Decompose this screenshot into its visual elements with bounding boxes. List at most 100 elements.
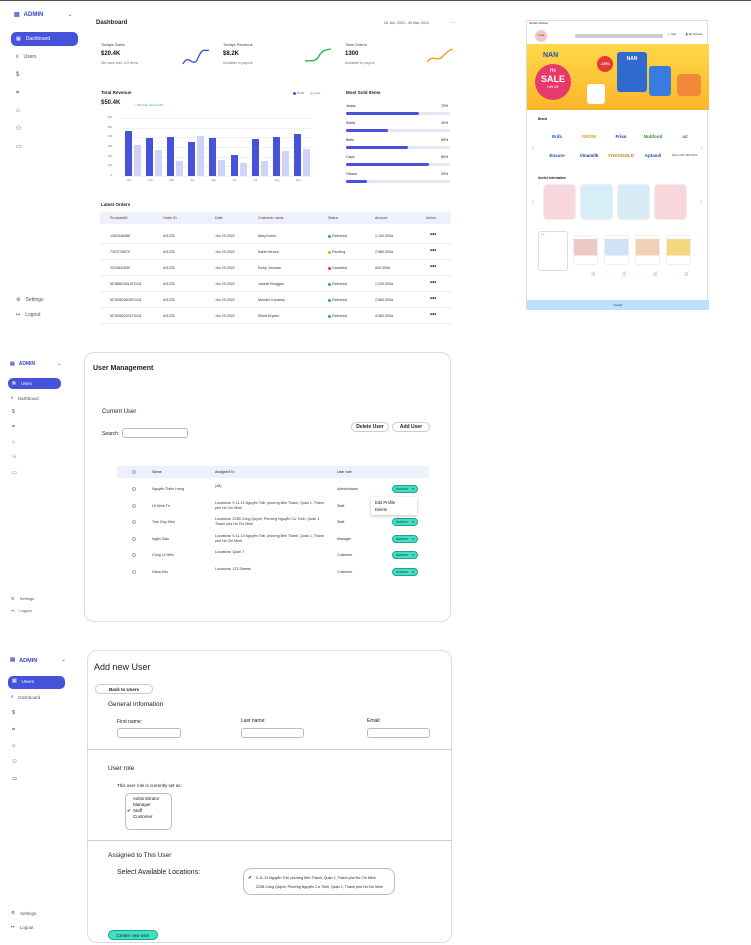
sidebar-brand[interactable]: ▤ ADMIN ⌄	[14, 12, 72, 18]
sidebar-item-people[interactable]: ⚇	[16, 126, 21, 132]
row-select-radio[interactable]	[132, 569, 136, 574]
sidebar-item-dashboard[interactable]: ıl Dashboard	[11, 396, 39, 401]
delete-user-button[interactable]: Delete User	[351, 422, 389, 432]
select-all-radio[interactable]	[132, 470, 136, 474]
create-user-button[interactable]: Create new user	[108, 930, 158, 940]
sidebar-item-shop[interactable]: ⌂	[12, 440, 15, 445]
info-card[interactable]	[543, 184, 576, 220]
role-option-selected[interactable]: ✔ Staff	[127, 808, 171, 814]
brand-prev-icon[interactable]: ‹	[532, 146, 534, 152]
brand-logo[interactable]: Enfa	[543, 129, 571, 144]
shop-banner[interactable]: NAN Hè SALE hết cỡ -10% NAN	[527, 44, 709, 110]
sidebar-item-finance[interactable]: $	[12, 710, 15, 717]
sidebar-brand[interactable]: ▤ ADMIN ⌄	[10, 658, 66, 664]
sidebar-item-messages[interactable]: ▭	[16, 144, 22, 150]
add-user-button[interactable]: Add User	[392, 422, 430, 432]
row-select-radio[interactable]	[132, 487, 136, 491]
actions-button[interactable]: Actions ▾	[392, 551, 418, 559]
brand-logo[interactable]: GROW	[575, 129, 603, 144]
logout-link[interactable]: ↦ Logout	[11, 925, 34, 930]
search-input[interactable]	[122, 428, 188, 438]
sidebar-item-users[interactable]: ▦ Users	[8, 378, 61, 389]
back-to-users-button[interactable]: Back to Users	[95, 684, 153, 694]
next-icon[interactable]: ›	[700, 199, 702, 205]
more-actions-icon[interactable]: •••	[430, 264, 436, 270]
row-select-radio[interactable]	[132, 553, 136, 557]
brand-logo[interactable]: Ensure	[543, 148, 571, 163]
shop-logo[interactable]: YOUR LOGO	[535, 30, 547, 49]
row-select-radio[interactable]	[132, 520, 136, 524]
filter-box[interactable]: ▫▫▫▫▫	[538, 231, 568, 271]
brand-logo[interactable]: Nutifood	[639, 129, 667, 144]
sidebar-item-people[interactable]: ⚇	[12, 455, 16, 460]
actions-button[interactable]: Actions ▾	[392, 534, 418, 543]
role-select-list[interactable]: Administrator Manager ✔ Staff Customer	[125, 793, 172, 830]
actions-button[interactable]: Actions ▾	[392, 518, 418, 526]
sidebar-item-users[interactable]: ▦ Users	[8, 676, 65, 689]
actions-button[interactable]: Actions ▾	[392, 567, 418, 576]
more-actions-icon[interactable]: •••	[430, 248, 436, 254]
chevron-down-icon[interactable]: ⌄	[67, 12, 72, 18]
more-actions-icon[interactable]: •••	[430, 296, 436, 302]
cart-icon[interactable]: 🛒	[622, 271, 627, 276]
row-select-radio[interactable]	[132, 503, 136, 508]
role-option[interactable]: Customer	[133, 814, 171, 820]
sidebar-item-shop[interactable]: ⌂	[12, 743, 15, 750]
more-actions-icon[interactable]: •••	[430, 312, 436, 318]
email-input[interactable]	[367, 728, 430, 738]
product-card[interactable]	[604, 235, 629, 265]
prev-icon[interactable]: ‹	[532, 199, 534, 205]
sidebar-item-messages[interactable]: ▭	[12, 776, 17, 783]
settings-link[interactable]: ⚙ Settings	[11, 911, 36, 916]
info-card[interactable]	[654, 184, 687, 220]
sidebar-item-dashboard[interactable]: ▦ Dashboard	[11, 32, 78, 46]
cart-icon[interactable]: 🛒	[653, 271, 658, 276]
sidebar-item-users[interactable]: ıl Users	[16, 54, 37, 60]
edit-profile-menu-item[interactable]: Edit Profile	[375, 499, 413, 506]
product-card[interactable]	[635, 235, 660, 265]
product-card[interactable]	[573, 235, 598, 265]
sidebar-item-messages[interactable]: ▭	[12, 471, 17, 476]
sidebar-item-shop[interactable]: ⌂	[16, 108, 20, 114]
delete-menu-item[interactable]: Delete	[375, 506, 413, 513]
brand-logo[interactable]: YOKOGOLD	[607, 148, 635, 163]
brand-logo[interactable]: Aptamil	[639, 148, 667, 163]
chevron-down-icon[interactable]: ⌄	[61, 658, 66, 664]
locations-select-list[interactable]: ✔ 9-11-13 Nguyễn Trãi, phường Bến Thành, …	[243, 868, 395, 895]
sidebar-item-dashboard[interactable]: ıl Dashboard	[11, 695, 40, 700]
settings-link[interactable]: ⚙ Settings	[11, 596, 34, 601]
actions-button[interactable]: Actions ▾	[392, 485, 418, 493]
sidebar-item-tags[interactable]: ⌗	[12, 727, 15, 734]
more-icon[interactable]: …	[450, 19, 456, 25]
sidebar-item-tags[interactable]: ⌗	[16, 90, 19, 96]
last-name-input[interactable]	[241, 728, 304, 738]
logout-link[interactable]: ↦ Logout	[16, 312, 41, 318]
brand-logo[interactable]: a2	[671, 129, 699, 144]
sidebar-item-finance[interactable]: $	[16, 72, 19, 78]
sidebar-brand[interactable]: ▤ ADMIN ⌄	[10, 361, 61, 367]
shop-search-input[interactable]	[575, 34, 663, 38]
location-option[interactable]: 223B Cộng Quỳnh, Phường Nguyễn Cư Trinh,…	[256, 883, 394, 892]
chevron-down-icon[interactable]: ⌄	[57, 361, 61, 367]
cart-button[interactable]: 🛒 Cart	[667, 33, 676, 36]
account-button[interactable]: 👤 My Account	[685, 33, 702, 36]
brand-logo[interactable]: BELLAMY ORGANIC	[671, 148, 699, 163]
first-name-input[interactable]	[117, 728, 181, 738]
sidebar-item-finance[interactable]: $	[12, 410, 15, 415]
brand-logo[interactable]: Vinamilk	[575, 148, 603, 163]
sidebar-item-people[interactable]: ⚇	[12, 759, 17, 766]
more-actions-icon[interactable]: •••	[430, 280, 436, 286]
row-select-radio[interactable]	[132, 536, 136, 541]
info-card[interactable]	[617, 184, 650, 220]
more-actions-icon[interactable]: •••	[430, 232, 436, 238]
date-range-picker[interactable]: 26 Jan, 2024 - 26 Mar, 2024	[384, 21, 429, 25]
info-card[interactable]	[580, 184, 613, 220]
location-option-selected[interactable]: ✔ 9-11-13 Nguyễn Trãi, phường Bến Thành, …	[248, 874, 394, 883]
product-card[interactable]	[666, 235, 691, 265]
logout-link[interactable]: ↦ Logout	[11, 608, 32, 613]
settings-link[interactable]: ⚙ Settings	[16, 297, 44, 303]
cart-icon[interactable]: 🛒	[591, 271, 596, 276]
cart-icon[interactable]: 🛒	[684, 271, 689, 276]
sidebar-item-tags[interactable]: ⌗	[12, 425, 15, 430]
brand-logo[interactable]: Friso	[607, 129, 635, 144]
